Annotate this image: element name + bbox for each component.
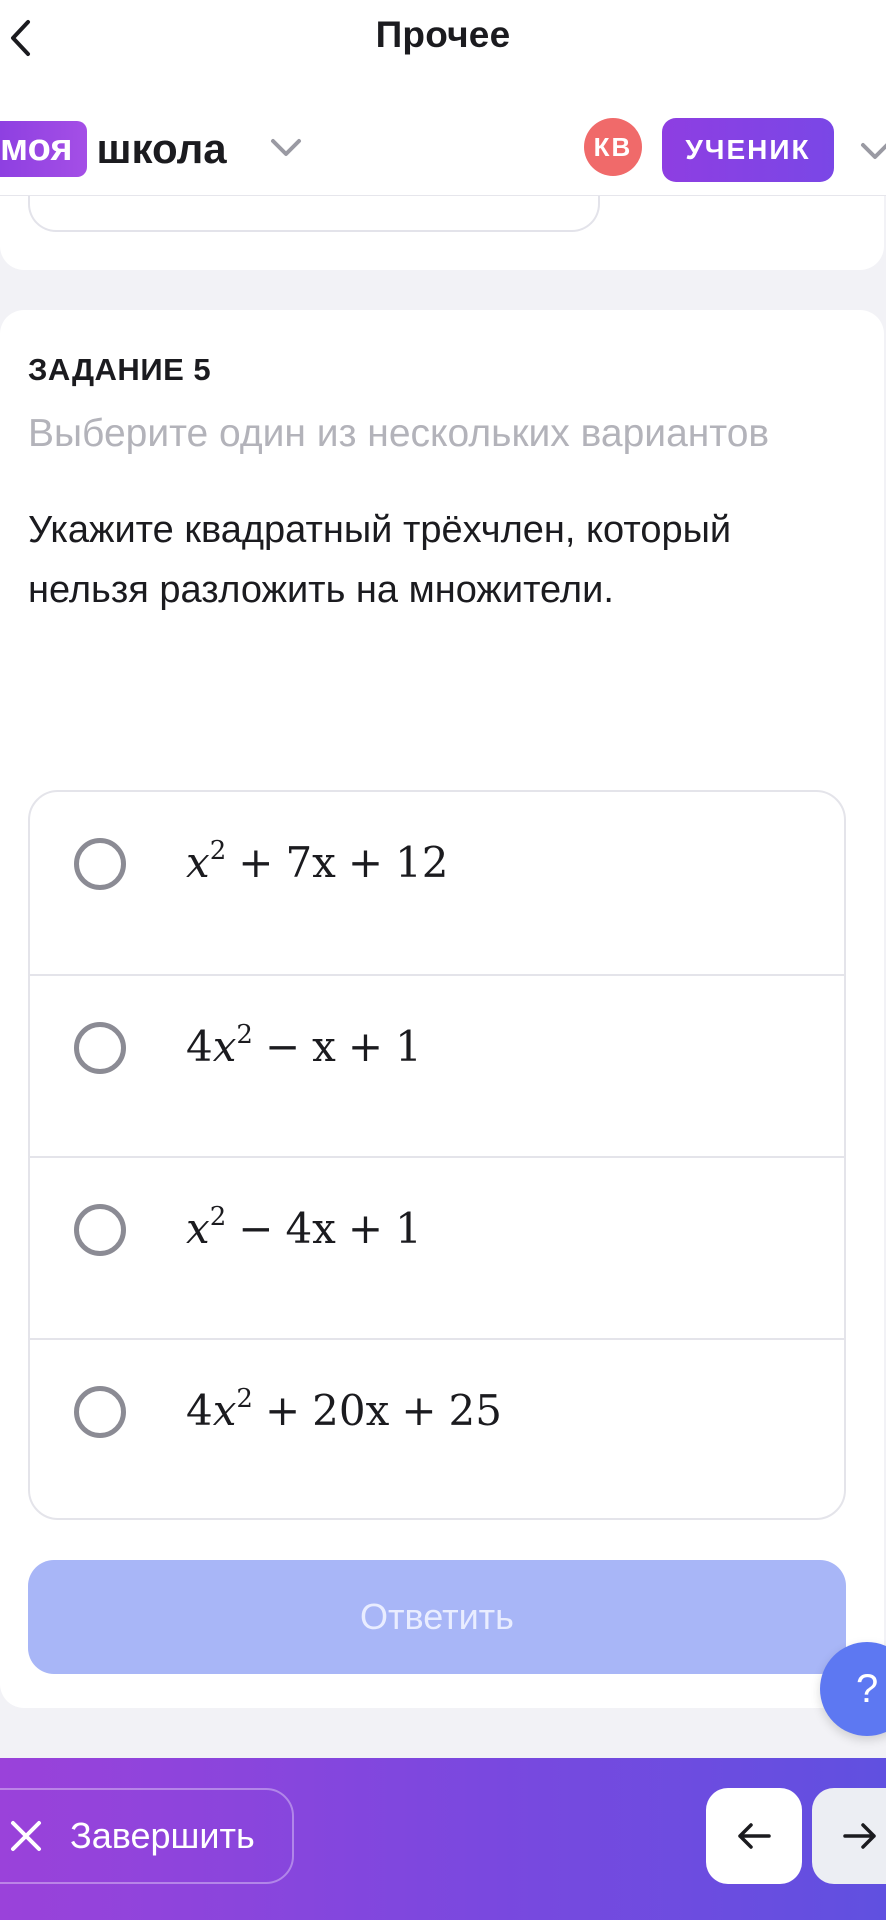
option-formula: 4x2 +20x +25 <box>186 1384 502 1435</box>
option-2[interactable]: 4x2− x +1 <box>30 974 844 1156</box>
finish-label: Завершить <box>70 1815 255 1856</box>
task-number: ЗАДАНИЕ 5 <box>28 352 212 387</box>
next-task-button[interactable] <box>812 1788 886 1884</box>
radio-button[interactable] <box>74 1386 126 1438</box>
task-card: ЗАДАНИЕ 5 Выберите один из нескольких ва… <box>0 310 884 1708</box>
task-hint: Выберите один из нескольких вариантов <box>28 412 770 455</box>
arrow-right-icon <box>843 1823 876 1849</box>
option-formula: 4x2− x +1 <box>186 1020 422 1071</box>
close-icon <box>11 1821 41 1851</box>
avatar[interactable]: КВ <box>584 118 642 176</box>
option-formula: x2−4x +1 <box>186 1202 422 1253</box>
role-badge[interactable]: УЧЕНИК <box>662 118 834 182</box>
finish-button[interactable]: Завершить <box>0 1788 294 1884</box>
previous-card-field <box>28 196 600 232</box>
school-logo[interactable]: моя школа <box>0 121 227 177</box>
option-4[interactable]: 4x2 +20x +25 <box>30 1338 844 1518</box>
radio-button[interactable] <box>74 1022 126 1074</box>
arrow-left-icon <box>738 1823 771 1849</box>
logo-badge: моя <box>0 121 87 177</box>
previous-card <box>0 196 884 270</box>
question-mark-icon: ? <box>856 1666 879 1711</box>
school-header: моя школа КВ УЧЕНИК <box>0 78 886 196</box>
radio-button[interactable] <box>74 1204 126 1256</box>
answer-options: x2 +7x +12 4x2− x +1 x2−4x +1 4x2 +20x +25 <box>28 790 846 1520</box>
option-formula: x2 +7x +12 <box>186 836 449 887</box>
previous-task-button[interactable] <box>706 1788 802 1884</box>
task-question: Укажите квадратный трёхчлен, который нел… <box>28 509 732 611</box>
top-nav-bar: Прочее <box>0 0 886 78</box>
page-title: Прочее <box>375 14 511 55</box>
answer-button[interactable]: Ответить <box>28 1560 846 1674</box>
option-3[interactable]: x2−4x +1 <box>30 1156 844 1338</box>
chevron-down-icon[interactable] <box>860 142 886 162</box>
option-1[interactable]: x2 +7x +12 <box>30 792 844 974</box>
bottom-bar: Завершить <box>0 1758 886 1920</box>
logo-text: школа <box>96 125 227 172</box>
chevron-down-icon[interactable] <box>270 138 302 158</box>
radio-button[interactable] <box>74 838 126 890</box>
